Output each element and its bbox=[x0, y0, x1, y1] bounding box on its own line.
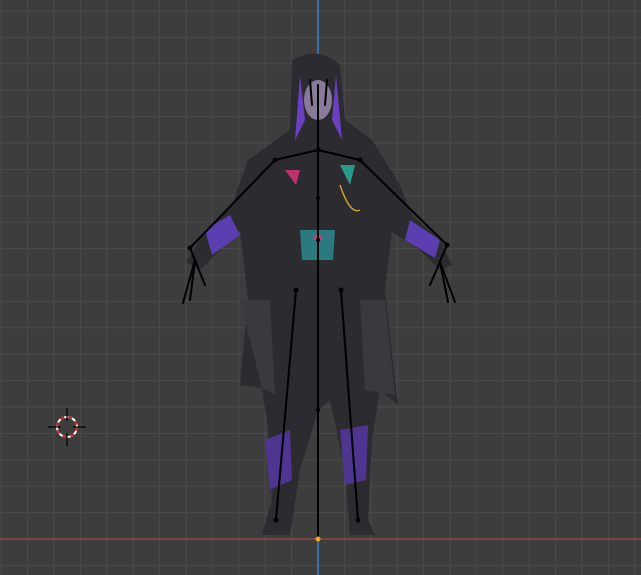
origin-point bbox=[315, 536, 321, 542]
3d-viewport[interactable] bbox=[0, 0, 641, 575]
